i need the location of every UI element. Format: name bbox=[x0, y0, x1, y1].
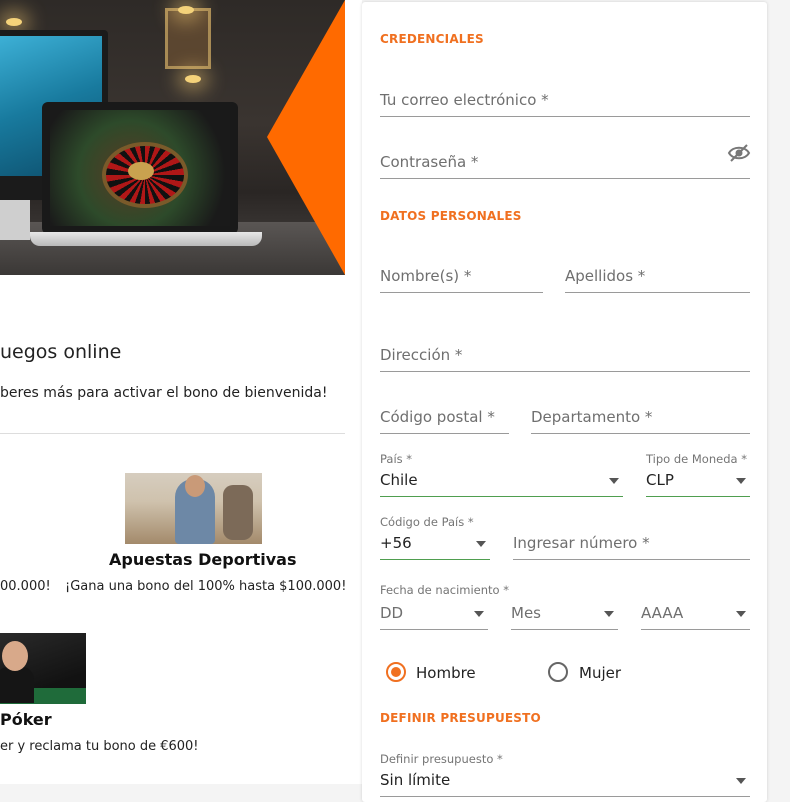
postal-code-placeholder: Código postal * bbox=[380, 408, 495, 426]
casino-bonus-text: 00.000! bbox=[0, 579, 51, 594]
department-placeholder: Departamento * bbox=[531, 408, 653, 426]
address-placeholder: Dirección * bbox=[380, 346, 463, 364]
last-name-placeholder: Apellidos * bbox=[565, 267, 646, 285]
department-field[interactable]: Departamento * bbox=[531, 401, 750, 434]
first-name-placeholder: Nombre(s) * bbox=[380, 267, 472, 285]
chevron-down-icon bbox=[474, 611, 484, 617]
currency-select[interactable]: CLP bbox=[646, 464, 750, 497]
sports-bonus-text: ¡Gana una bono del 100% hasta $100.000! bbox=[65, 579, 347, 594]
budget-select[interactable]: Sin límite bbox=[380, 764, 750, 797]
chevron-down-icon bbox=[736, 611, 746, 617]
birth-year-select[interactable]: AAAA bbox=[641, 598, 750, 630]
chevron-down-icon bbox=[609, 478, 619, 484]
country-code-select[interactable]: +56 bbox=[380, 527, 490, 560]
sports-title[interactable]: Apuestas Deportivas bbox=[109, 550, 297, 569]
chevron-down-icon bbox=[736, 778, 746, 784]
birth-day-select[interactable]: DD bbox=[380, 598, 488, 630]
country-value: Chile bbox=[380, 471, 418, 489]
country-select[interactable]: Chile bbox=[380, 464, 623, 497]
divider bbox=[0, 433, 345, 434]
promo-title: uegos online bbox=[0, 341, 122, 363]
day-placeholder: DD bbox=[380, 604, 404, 622]
postal-code-field[interactable]: Código postal * bbox=[380, 401, 509, 434]
laptop-base bbox=[30, 232, 262, 246]
gender-male-label[interactable]: Hombre bbox=[416, 664, 476, 682]
gender-female-radio[interactable] bbox=[548, 662, 568, 682]
poker-bonus-text: er y reclama tu bono de €600! bbox=[0, 739, 199, 754]
credentials-heading: CREDENCIALES bbox=[380, 32, 484, 46]
hero-image bbox=[0, 0, 345, 275]
phone-placeholder: Ingresar número * bbox=[513, 534, 650, 552]
lamp bbox=[6, 18, 22, 26]
hide-password-icon[interactable] bbox=[727, 142, 751, 164]
phone-field[interactable]: Ingresar número * bbox=[513, 527, 750, 560]
registration-form: CREDENCIALES Tu correo electrónico * Con… bbox=[362, 2, 767, 802]
roulette-wheel bbox=[102, 142, 188, 208]
personal-data-heading: DATOS PERSONALES bbox=[380, 209, 522, 223]
address-field[interactable]: Dirección * bbox=[380, 338, 750, 372]
gender-female-label[interactable]: Mujer bbox=[579, 664, 621, 682]
gender-male-radio[interactable] bbox=[386, 662, 406, 682]
birthdate-label: Fecha de nacimiento * bbox=[380, 583, 509, 597]
email-placeholder: Tu correo electrónico * bbox=[380, 91, 549, 109]
currency-value: CLP bbox=[646, 471, 674, 489]
laptop bbox=[42, 102, 238, 234]
poker-image[interactable] bbox=[0, 633, 86, 704]
chevron-down-icon bbox=[604, 611, 614, 617]
poker-title[interactable]: Póker bbox=[0, 710, 52, 729]
year-placeholder: AAAA bbox=[641, 604, 684, 622]
wall-frame bbox=[165, 8, 211, 69]
chevron-down-icon bbox=[476, 541, 486, 547]
month-placeholder: Mes bbox=[511, 604, 541, 622]
budget-heading: DEFINIR PRESUPUESTO bbox=[380, 711, 541, 725]
email-field[interactable]: Tu correo electrónico * bbox=[380, 82, 750, 117]
sports-bet-image[interactable] bbox=[125, 473, 262, 544]
budget-value: Sin límite bbox=[380, 771, 451, 789]
first-name-field[interactable]: Nombre(s) * bbox=[380, 260, 543, 293]
orange-chevron bbox=[267, 0, 345, 275]
password-placeholder: Contraseña * bbox=[380, 153, 479, 171]
country-code-value: +56 bbox=[380, 534, 412, 552]
birth-month-select[interactable]: Mes bbox=[511, 598, 618, 630]
lamp bbox=[178, 6, 194, 14]
lamp bbox=[185, 75, 201, 83]
promo-subtitle: beres más para activar el bono de bienve… bbox=[0, 385, 328, 401]
promo-panel: uegos online beres más para activar el b… bbox=[0, 0, 362, 784]
chevron-down-icon bbox=[736, 478, 746, 484]
last-name-field[interactable]: Apellidos * bbox=[565, 260, 750, 293]
password-field[interactable]: Contraseña * bbox=[380, 144, 750, 179]
